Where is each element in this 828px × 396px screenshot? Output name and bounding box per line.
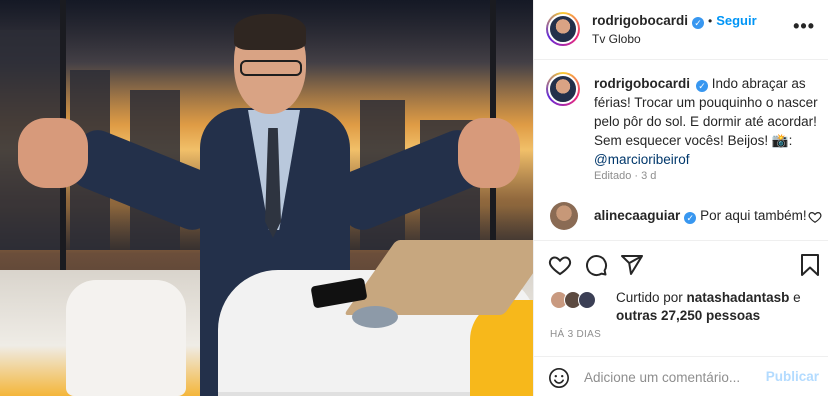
comment-bubble-icon[interactable] xyxy=(584,253,608,277)
photo-mouse xyxy=(352,306,398,328)
caption-text-block: rodrigobocardi ✓ Indo abraçar as férias! … xyxy=(594,74,824,169)
likes-mid: e xyxy=(789,290,801,305)
commenter-username[interactable]: alinecaaguiar xyxy=(594,208,680,223)
like-heart-icon[interactable] xyxy=(548,253,572,277)
photo-hand xyxy=(458,118,520,188)
liker-avatar[interactable] xyxy=(578,291,596,309)
comment-text: Por aqui também! xyxy=(700,208,807,223)
photo-hair xyxy=(234,14,306,50)
author-avatar[interactable] xyxy=(546,12,580,46)
photo-laptop xyxy=(343,240,533,315)
follow-button[interactable]: Seguir xyxy=(716,13,756,28)
separator-dot: • xyxy=(708,14,713,28)
likes-others[interactable]: outras 27,250 pessoas xyxy=(616,308,760,323)
caption-avatar[interactable] xyxy=(546,72,580,106)
photo-glasses xyxy=(240,60,302,76)
caption-mention[interactable]: @marcioribeirof xyxy=(594,152,689,167)
more-options-icon[interactable]: ••• xyxy=(793,16,815,37)
post-photo[interactable] xyxy=(0,0,533,396)
comment-input[interactable] xyxy=(584,366,754,388)
caption-username[interactable]: rodrigobocardi xyxy=(594,76,690,91)
verified-icon: ✓ xyxy=(692,17,705,29)
post-location[interactable]: Tv Globo xyxy=(592,32,641,46)
verified-icon: ✓ xyxy=(696,80,709,92)
comment-text-line: alinecaaguiar ✓ Por aqui também! xyxy=(594,208,807,224)
likes-summary: Curtido por natashadantasb e outras 27,2… xyxy=(616,289,821,325)
post-actions: Curtido por natashadantasb e outras 27,2… xyxy=(534,240,828,352)
author-line: rodrigobocardi ✓ • Seguir xyxy=(592,12,757,30)
post-header: rodrigobocardi ✓ • Seguir Tv Globo ••• xyxy=(534,0,828,60)
save-bookmark-icon[interactable] xyxy=(798,253,822,277)
likes-prefix: Curtido por xyxy=(616,290,687,305)
edited-timestamp: Editado · 3 d xyxy=(594,170,657,182)
liker-username[interactable]: natashadantasb xyxy=(687,290,790,305)
add-comment-bar: Publicar xyxy=(534,356,828,396)
share-send-icon[interactable] xyxy=(620,253,644,277)
post-timestamp[interactable]: HÁ 3 DIAS xyxy=(550,329,601,340)
publish-button[interactable]: Publicar xyxy=(766,369,819,384)
author-username[interactable]: rodrigobocardi xyxy=(592,13,688,28)
photo-hand xyxy=(18,118,88,188)
emoji-icon[interactable] xyxy=(548,367,570,389)
commenter-avatar[interactable] xyxy=(550,202,578,230)
photo-chair xyxy=(66,280,186,396)
comment-row: alinecaaguiar ✓ Por aqui também! xyxy=(550,202,822,234)
comment-like-icon[interactable] xyxy=(808,210,822,224)
verified-icon: ✓ xyxy=(684,212,697,224)
post-sidebar: rodrigobocardi ✓ • Seguir Tv Globo ••• rodr… xyxy=(533,0,828,396)
